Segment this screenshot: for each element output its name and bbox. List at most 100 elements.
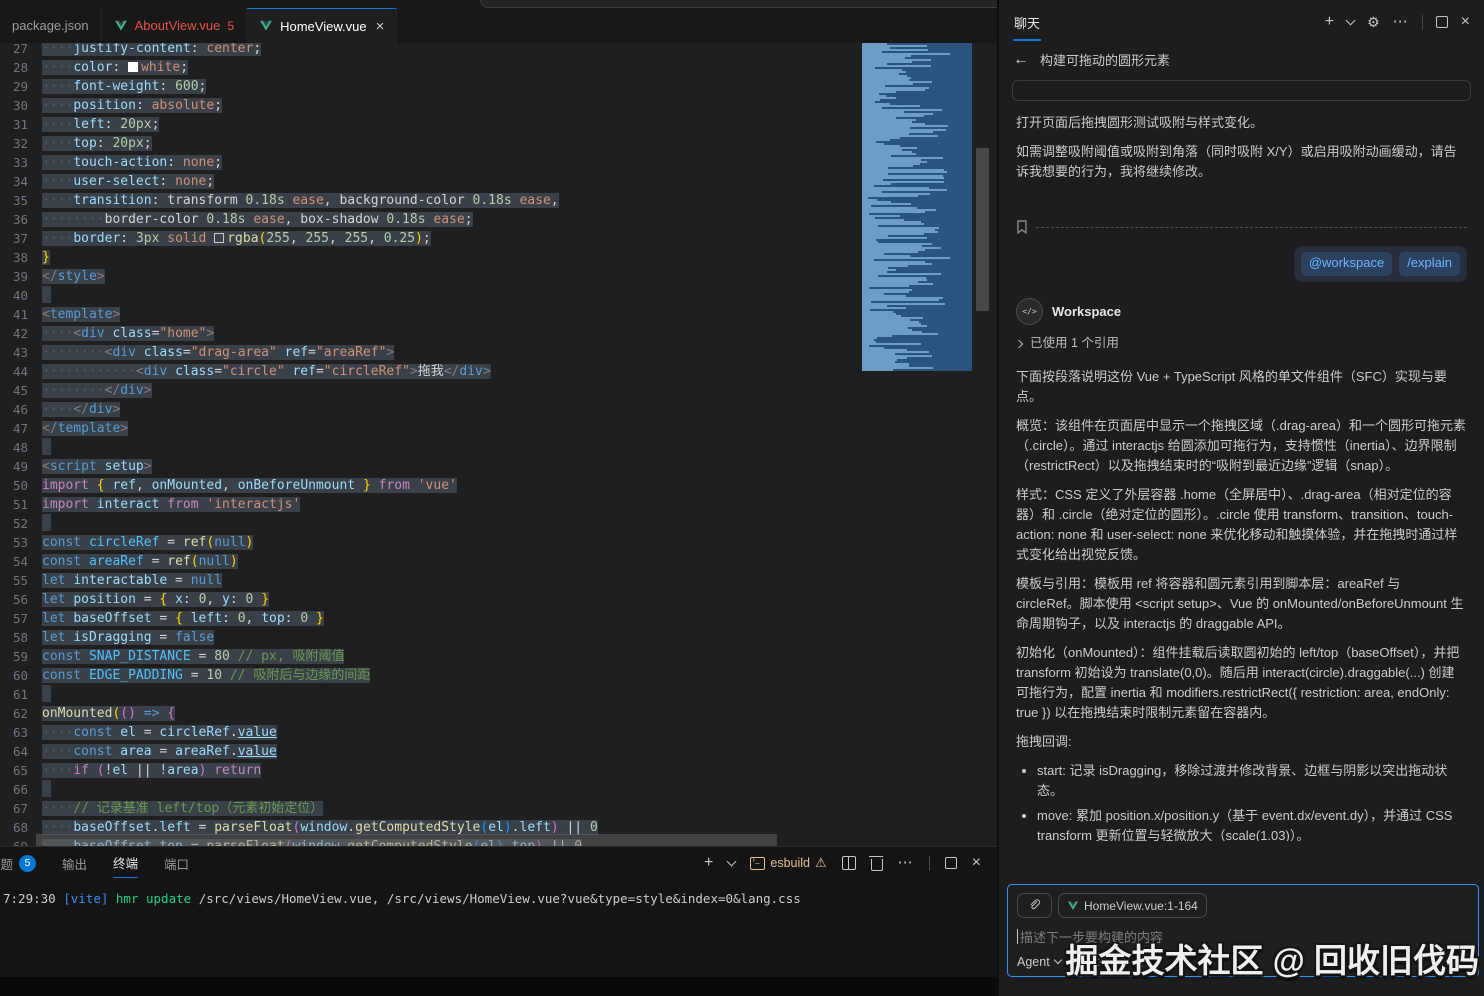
code-line[interactable]: 41<template> <box>0 305 598 324</box>
attach-context-button[interactable] <box>1017 893 1052 918</box>
minimap[interactable] <box>862 43 972 377</box>
code-line[interactable]: 31····left: 20px; <box>0 115 598 134</box>
code-line[interactable]: 48 <box>0 438 598 457</box>
new-chat-icon[interactable]: + <box>1325 16 1334 28</box>
code-line[interactable]: 44············<div class="circle" ref="c… <box>0 362 598 381</box>
tab-package.json[interactable]: package.json <box>0 8 102 43</box>
code-line[interactable]: 66 <box>0 780 598 799</box>
code-line[interactable]: 39</style> <box>0 267 598 286</box>
new-terminal-icon[interactable]: + <box>704 857 713 869</box>
attached-file-chip[interactable]: HomeView.vue:1-164 <box>1058 893 1207 918</box>
code-line[interactable]: 32····top: 20px; <box>0 134 598 153</box>
panel-tab-端口[interactable]: 端口 <box>164 854 189 878</box>
code-line[interactable]: 35····transition: transform 0.18s ease, … <box>0 191 598 210</box>
code-line[interactable]: 51import interact from 'interactjs' <box>0 495 598 514</box>
color-swatch[interactable] <box>214 233 224 243</box>
code-line[interactable]: 34····user-select: none; <box>0 172 598 191</box>
tab-AboutView.vue[interactable]: AboutView.vue5 <box>102 8 247 43</box>
code-line[interactable]: 65····if (!el || !area) return <box>0 761 598 780</box>
chat-paragraph: 模板与引用：模板用 ref 将容器和圆元素引用到脚本层：areaRef 与 ci… <box>1016 574 1467 634</box>
references-label: 已使用 1 个引用 <box>1030 333 1119 353</box>
code-line[interactable]: 28····color: white; <box>0 58 598 77</box>
code-line[interactable]: 59const SNAP_DISTANCE = 80 // px, 吸附阈值 <box>0 647 598 666</box>
code-line[interactable]: 62onMounted(() => { <box>0 704 598 723</box>
tab-chat[interactable]: 聊天 <box>1013 3 1041 41</box>
vue-icon <box>114 19 128 33</box>
panel-tab-终端[interactable]: 终端 <box>113 853 138 878</box>
bottom-panel: 问题5 输出 终端 端口 + esbuild ⚠ ⋯ × 7:29:30 [vite]… <box>0 846 997 996</box>
agent-mode-picker[interactable]: Agent <box>1017 955 1061 969</box>
color-swatch[interactable] <box>128 62 138 72</box>
vue-icon <box>1067 900 1079 912</box>
code-line[interactable]: 43········<div class="drag-area" ref="ar… <box>0 343 598 362</box>
vue-icon <box>259 19 273 33</box>
code-line[interactable]: 47</template> <box>0 419 598 438</box>
code-line[interactable]: 50import { ref, onMounted, onBeforeUnmou… <box>0 476 598 495</box>
problems-badge: 5 <box>19 855 36 872</box>
kill-terminal-icon[interactable] <box>871 859 883 871</box>
code-line[interactable]: 67····// 记录基准 left/top（元素初始定位） <box>0 799 598 818</box>
terminal-profile-chevron-icon[interactable] <box>727 857 737 867</box>
close-tab-icon[interactable]: × <box>376 18 385 35</box>
code-line[interactable]: 45········</div> <box>0 381 598 400</box>
maximize-panel-icon[interactable] <box>945 857 957 869</box>
code-area[interactable]: 27····justify-content: center;28····colo… <box>0 43 598 846</box>
code-line[interactable]: 42····<div class="home"> <box>0 324 598 343</box>
tab-HomeView.vue[interactable]: HomeView.vue× <box>247 8 397 43</box>
vertical-scrollbar[interactable] <box>976 148 989 311</box>
code-line[interactable]: 60const EDGE_PADDING = 10 // 吸附后与边缘的间距 <box>0 666 598 685</box>
code-line[interactable]: 64····const area = areaRef.value <box>0 742 598 761</box>
code-line[interactable]: 54const areaRef = ref(null) <box>0 552 598 571</box>
back-arrow-icon[interactable]: ← <box>1013 51 1029 69</box>
split-terminal-icon[interactable] <box>842 856 856 870</box>
chat-settings-gear-icon[interactable]: ⚙ <box>1367 14 1380 31</box>
code-line[interactable]: 58let isDragging = false <box>0 628 598 647</box>
code-line[interactable]: 49<script setup> <box>0 457 598 476</box>
code-line[interactable]: 55let interactable = null <box>0 571 598 590</box>
chat-bullet: start: 记录 isDragging，移除过渡并修改背景、边框与阴影以突出拖… <box>1037 761 1467 801</box>
close-chat-icon[interactable]: × <box>1461 16 1470 28</box>
tab-label: package.json <box>12 18 89 33</box>
chat-command-chip[interactable]: /explain <box>1399 252 1460 276</box>
new-chat-chevron-icon[interactable] <box>1346 16 1356 26</box>
code-line[interactable]: 27····justify-content: center; <box>0 43 598 58</box>
references-toggle[interactable]: 已使用 1 个引用 <box>1016 333 1467 353</box>
code-line[interactable]: 57let baseOffset = { left: 0, top: 0 } <box>0 609 598 628</box>
terminal-profile-label: esbuild <box>770 856 810 870</box>
code-line[interactable]: 30····position: absolute; <box>0 96 598 115</box>
problems-count-badge: 5 <box>227 19 234 33</box>
editor-tab-bar: package.json AboutView.vue5HomeView.vue× <box>0 8 997 43</box>
code-line[interactable]: 56let position = { x: 0, y: 0 } <box>0 590 598 609</box>
chat-more-actions-icon[interactable]: ⋯ <box>1393 17 1409 27</box>
code-line[interactable]: 29····font-weight: 600; <box>0 77 598 96</box>
code-line[interactable]: 40 <box>0 286 598 305</box>
chat-command-chip[interactable]: @workspace <box>1301 252 1392 276</box>
chevron-right-icon <box>1015 339 1023 347</box>
code-line[interactable]: 53const circleRef = ref(null) <box>0 533 598 552</box>
attached-file-label: HomeView.vue:1-164 <box>1084 899 1198 913</box>
code-line[interactable]: 37····border: 3px solid rgba(255, 255, 2… <box>0 229 598 248</box>
panel-more-actions-icon[interactable]: ⋯ <box>898 858 914 868</box>
chat-thread: 打开页面后拖拽圆形测试吸附与样式变化。如需调整吸附阈值或吸附到角落（同时吸附 X… <box>999 101 1484 841</box>
code-line[interactable]: 46····</div> <box>0 400 598 419</box>
code-line[interactable]: 33····touch-action: none; <box>0 153 598 172</box>
code-line[interactable]: 38} <box>0 248 598 267</box>
code-line[interactable]: 36········border-color 0.18s ease, box-s… <box>0 210 598 229</box>
panel-tab-问题[interactable]: 问题5 <box>0 854 36 878</box>
chat-paragraph: 如需调整吸附阈值或吸附到角落（同时吸附 X/Y）或启用吸附动画缓动，请告诉我想要… <box>1016 142 1467 182</box>
terminal-output-line: 7:29:30 [vite] hmr update /src/views/Hom… <box>3 891 801 906</box>
close-panel-icon[interactable]: × <box>972 857 981 869</box>
chat-header-divider <box>1422 15 1423 30</box>
horizontal-scrollbar[interactable] <box>36 834 777 846</box>
assistant-intro: 打开页面后拖拽圆形测试吸附与样式变化。如需调整吸附阈值或吸附到角落（同时吸附 X… <box>1016 113 1467 182</box>
code-line[interactable]: 61 <box>0 685 598 704</box>
terminal-profile-chip[interactable]: esbuild ⚠ <box>750 855 826 871</box>
bookmark-icon[interactable] <box>1016 220 1028 234</box>
collapsed-request-box[interactable] <box>1012 80 1471 101</box>
expand-chat-icon[interactable] <box>1436 16 1448 28</box>
checkpoint-divider <box>1016 220 1467 234</box>
panel-tab-输出[interactable]: 输出 <box>62 854 87 878</box>
code-line[interactable]: 52 <box>0 514 598 533</box>
code-line[interactable]: 63····const el = circleRef.value <box>0 723 598 742</box>
vscode-window: package.jsonAboutView.vue5HomeView.vue× … <box>0 0 1484 996</box>
